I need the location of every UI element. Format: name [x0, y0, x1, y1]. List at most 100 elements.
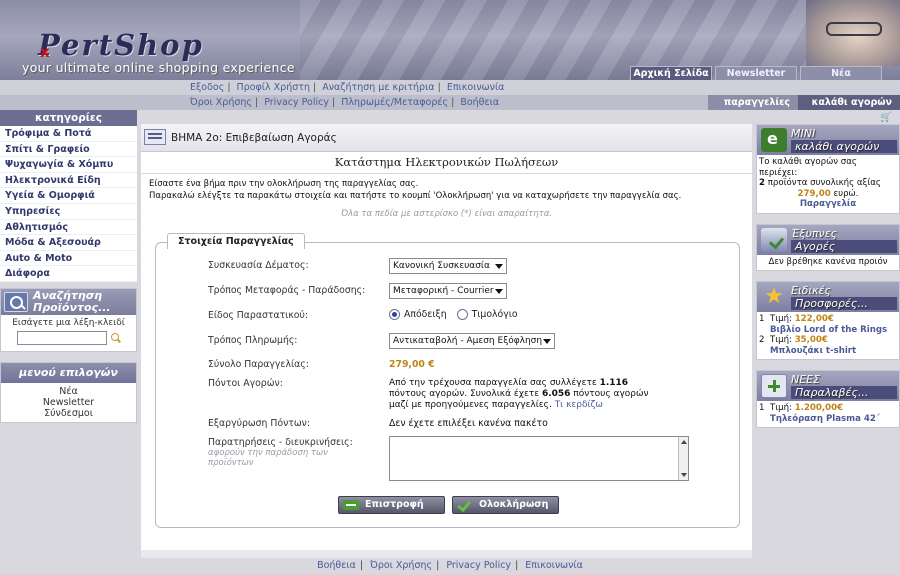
- shipping-select[interactable]: Μεταφορική - Courrier: [389, 283, 507, 299]
- shield-check-icon: [761, 227, 787, 252]
- category-food-drinks[interactable]: Τρόφιμα & Ποτά: [0, 126, 137, 142]
- advanced-search-link[interactable]: Αναζήτηση με κριτήρια: [322, 82, 434, 93]
- site-header: PertShop x your ultimate online shopping…: [0, 0, 900, 80]
- mini-cart-title-1: ΜΙΝΙ: [791, 127, 816, 140]
- site-tagline: your ultimate online shopping experience: [22, 60, 295, 75]
- packaging-label: Συσκευασία Δέματος:: [208, 260, 309, 271]
- cart-links: παραγγελίες καλάθι αγορών 🛒: [708, 95, 900, 123]
- footer-terms-link[interactable]: Όροι Χρήσης: [370, 560, 432, 571]
- order-total-label: Σύνολο Παραγγελίας:: [208, 359, 309, 370]
- points-label: Πόντοι Αγορών:: [208, 378, 283, 389]
- receipt-radio[interactable]: [389, 309, 400, 320]
- document-type-label: Είδος Παραστατικού:: [208, 310, 308, 321]
- store-title: Κατάστημα Ηλεκτρονικών Πωλήσεων: [141, 155, 752, 174]
- checkmark-icon: [457, 500, 473, 510]
- header-portrait-image: [806, 0, 900, 66]
- contact-link[interactable]: Επικοινωνία: [447, 82, 505, 93]
- new-arrivals-box: ΝΕΕΣ Παραλαβές... 1 Τιμή: 1.200,00€ Τηλεό…: [756, 370, 900, 428]
- cart-button[interactable]: καλάθι αγορών 🛒: [798, 95, 900, 123]
- logo-mark: x: [40, 43, 50, 61]
- new-arrivals-title-1: ΝΕΕΣ: [791, 373, 821, 386]
- payments-shipping-link[interactable]: Πληρωμές/Μεταφορές: [341, 97, 448, 108]
- menu-item-links[interactable]: Σύνδεσμοι: [1, 408, 136, 419]
- points-description: Από την τρέχουσα παραγγελία σας συλλέγετ…: [389, 378, 649, 410]
- chevron-down-icon: [495, 289, 503, 294]
- invoice-label: Τιμολόγιο: [471, 309, 518, 320]
- category-home-office[interactable]: Σπίτι & Γραφείο: [0, 142, 137, 158]
- right-sidebar: ΜΙΝΙ καλάθι αγορών Το καλάθι αγορών σας …: [756, 124, 900, 550]
- site-logo[interactable]: PertShop: [38, 28, 204, 62]
- step-header: ΒΗΜΑ 2ο: Επιβεβαίωση Αγοράς: [141, 124, 752, 152]
- search-icon: [4, 291, 28, 312]
- chevron-down-icon: [543, 339, 551, 344]
- main-content: ΒΗΜΑ 2ο: Επιβεβαίωση Αγοράς Κατάστημα Ηλ…: [141, 124, 752, 550]
- help-link[interactable]: Βοήθεια: [460, 97, 499, 108]
- footer-help-link[interactable]: Βοήθεια: [317, 560, 356, 571]
- invoice-radio[interactable]: [456, 309, 468, 320]
- offer-item: 2 Τιμή: 35,00€ Μπλουζάκι t-shirt: [759, 335, 857, 356]
- notes-hint: αφορούν την παράδοση των προϊόντων: [208, 448, 328, 468]
- back-arrow-icon: [343, 500, 359, 510]
- search-go-icon[interactable]: [110, 332, 121, 343]
- new-arrival-item: 1 Τιμή: 1.200,00€ Τηλεόραση Plasma 42´: [759, 403, 881, 424]
- tab-newsletter[interactable]: Newsletter: [715, 66, 797, 80]
- payment-method-select[interactable]: Αντικαταβολή - Αμεση Εξόφληση: [389, 333, 555, 349]
- category-health-beauty[interactable]: Υγεία & Ομορφιά: [0, 188, 137, 204]
- secondary-links-bar: Όροι Χρήσης | Privacy Policy | Πληρωμές/Με…: [0, 95, 900, 123]
- logout-link[interactable]: Εξοδος: [190, 82, 224, 93]
- privacy-link[interactable]: Privacy Policy: [264, 97, 329, 108]
- menu-item-newsletter[interactable]: Newsletter: [1, 397, 136, 408]
- special-offers-box: ★ Ειδικές Προσφορές... 1 Τιμή: 122,00€ Βι…: [756, 281, 900, 360]
- redeem-points-label: Εξαργύρωση Πόντων:: [208, 418, 310, 429]
- mini-cart-title-2: καλάθι αγορών: [791, 140, 897, 153]
- category-auto-moto[interactable]: Auto & Moto: [0, 251, 137, 267]
- new-arrival-product-link[interactable]: Τηλεόραση Plasma 42´: [770, 414, 880, 424]
- footer-privacy-link[interactable]: Privacy Policy: [446, 560, 511, 571]
- shipping-label: Τρόπος Μεταφοράς - Παράδοσης:: [208, 285, 366, 296]
- offer-product-link[interactable]: Μπλουζάκι t-shirt: [770, 346, 856, 356]
- mini-cart-box: ΜΙΝΙ καλάθι αγορών Το καλάθι αγορών σας …: [756, 124, 900, 214]
- star-icon: ★: [764, 284, 784, 309]
- intro-line-2: Παρακαλώ ελέγξτε τα παρακάτω στοιχεία κα…: [149, 190, 682, 201]
- points-total: 6.056: [541, 389, 571, 399]
- tab-home[interactable]: Αρχική Σελίδα: [630, 66, 712, 80]
- required-note: Όλα τα πεδία με αστερίσκο (*) είναι απαρ…: [340, 209, 553, 219]
- redeem-points-value: Δεν έχετε επιλέξει κανένα πακέτο: [389, 418, 548, 429]
- terms-link[interactable]: Όροι Χρήσης: [190, 97, 252, 108]
- mini-cart-amount: 279,00: [797, 188, 831, 199]
- menu-item-news[interactable]: Νέα: [1, 386, 136, 397]
- category-entertainment-hobby[interactable]: Ψυχαγωγία & Χόμπυ: [0, 157, 137, 173]
- orders-button[interactable]: παραγγελίες: [708, 95, 798, 110]
- notes-textarea[interactable]: [389, 436, 689, 481]
- offers-title-2: Προσφορές...: [791, 297, 897, 310]
- search-input[interactable]: [16, 330, 107, 345]
- user-profile-link[interactable]: Προφίλ Χρήστη: [237, 82, 310, 93]
- textarea-scrollbar[interactable]: [678, 437, 688, 480]
- back-button[interactable]: Επιστροφή: [338, 496, 445, 514]
- smart-buys-title-2: Αγορές: [791, 239, 897, 253]
- header-tabs: Αρχική Σελίδα Newsletter Νέα: [630, 66, 882, 80]
- new-arrivals-title-2: Παραλαβές...: [791, 386, 897, 399]
- top-links-bar: Εξοδος | Προφίλ Χρήστη | Αναζήτηση με κριτ…: [0, 80, 900, 95]
- category-services[interactable]: Υπηρεσίες: [0, 204, 137, 220]
- category-misc[interactable]: Διάφορα: [0, 266, 137, 282]
- mini-cart-intro: Το καλάθι αγορών σας περιέχει:: [759, 157, 857, 178]
- category-sports[interactable]: Αθλητισμός: [0, 220, 137, 236]
- packaging-select[interactable]: Κανονική Συσκευασία: [389, 258, 507, 274]
- step-icon: [144, 129, 166, 145]
- plus-icon: [761, 374, 787, 398]
- offer-product-link[interactable]: Βιβλίο Lord of the Rings: [770, 325, 887, 335]
- points-earned: 1.116: [599, 378, 629, 388]
- intro-line-1: Είσαστε ένα βήμα πριν την ολοκλήρωση της…: [149, 179, 419, 189]
- payment-method-label: Τρόπος Πληρωμής:: [208, 335, 298, 346]
- footer-contact-link[interactable]: Επικοινωνία: [525, 560, 583, 571]
- complete-order-button[interactable]: Ολοκλήρωση: [452, 496, 559, 514]
- category-electronics[interactable]: Ηλεκτρονικά Είδη: [0, 173, 137, 189]
- offer-item: 1 Τιμή: 122,00€ Βιβλίο Lord of the Rings: [759, 314, 888, 335]
- tab-news[interactable]: Νέα: [800, 66, 882, 80]
- category-fashion[interactable]: Μόδα & Αξεσουάρ: [0, 235, 137, 251]
- mini-cart-order-link[interactable]: Παραγγελία: [800, 199, 856, 209]
- order-total-value: 279,00 €: [389, 359, 435, 370]
- step-title: ΒΗΜΑ 2ο: Επιβεβαίωση Αγοράς: [171, 132, 337, 144]
- what-do-i-win-link[interactable]: Τι κερδίζω: [555, 400, 603, 410]
